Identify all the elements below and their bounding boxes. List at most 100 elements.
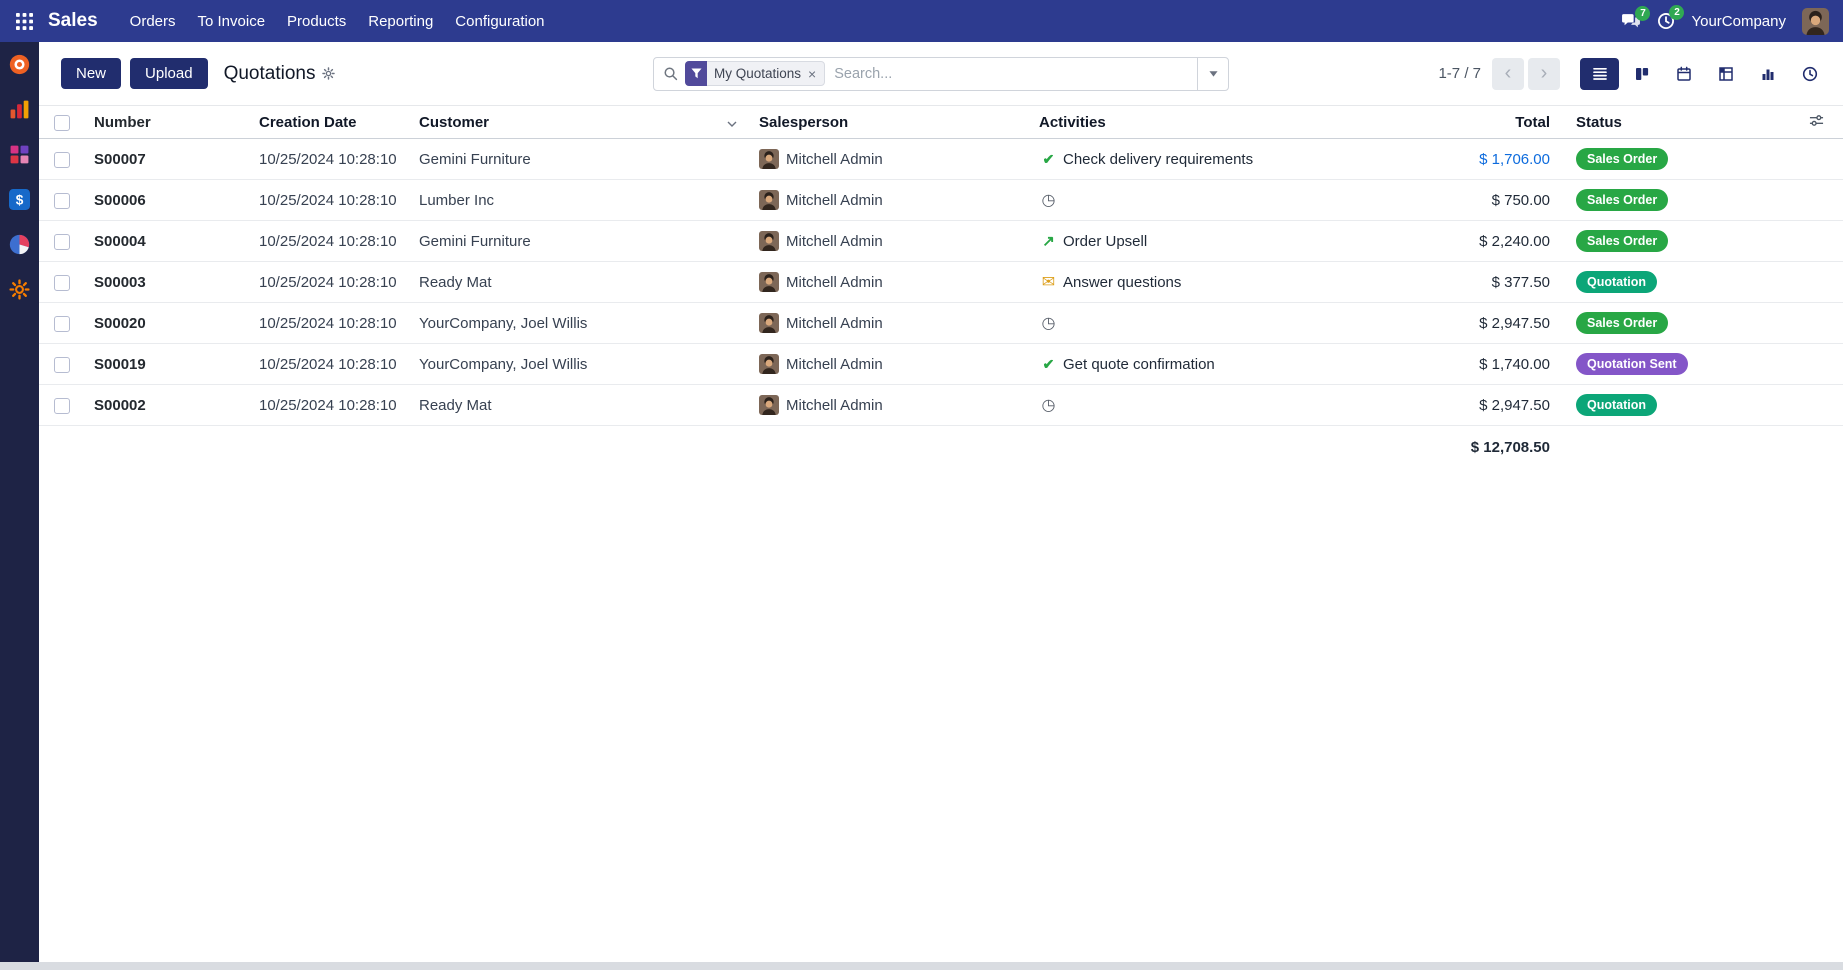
pivot-view-button[interactable] xyxy=(1706,58,1745,90)
row-checkbox[interactable] xyxy=(54,234,70,250)
header-status[interactable]: Status xyxy=(1560,106,1790,139)
app-body: $ New Upload Quotations xyxy=(0,42,1843,962)
search-input[interactable] xyxy=(825,66,1197,82)
number-cell: S00006 xyxy=(84,180,249,221)
new-button[interactable]: New xyxy=(61,58,121,89)
salesperson-cell: Mitchell Admin xyxy=(749,385,1029,426)
salesperson-avatar xyxy=(759,354,779,374)
activity-button[interactable]: Check delivery requirements xyxy=(1039,151,1253,168)
activity-clock-icon[interactable]: 2 xyxy=(1657,12,1675,30)
activity-button[interactable]: Order Upsell xyxy=(1039,232,1147,250)
status-cell: Quotation xyxy=(1560,262,1790,303)
status-badge: Sales Order xyxy=(1576,148,1668,170)
apps-grid-icon[interactable] xyxy=(10,7,38,35)
salesperson-name: Mitchell Admin xyxy=(786,233,883,250)
filter-facet-my-quotations[interactable]: My Quotations × xyxy=(685,61,825,86)
menu-orders[interactable]: Orders xyxy=(120,6,186,37)
header-customer[interactable]: Customer xyxy=(409,106,749,139)
activity-button[interactable] xyxy=(1039,395,1063,415)
total-cell: $ 2,947.50 xyxy=(1390,385,1560,426)
total-cell: $ 377.50 xyxy=(1390,262,1560,303)
row-checkbox[interactable] xyxy=(54,357,70,373)
activity-button[interactable]: Answer questions xyxy=(1039,272,1181,292)
top-navbar: Sales Orders To Invoice Products Reporti… xyxy=(0,0,1843,42)
header-activities[interactable]: Activities xyxy=(1029,106,1390,139)
activity-type-icon xyxy=(1039,272,1058,292)
status-badge: Quotation Sent xyxy=(1576,353,1688,375)
upload-button[interactable]: Upload xyxy=(130,58,208,89)
tiles-app-icon[interactable] xyxy=(9,144,30,165)
quotation-row[interactable]: S00006 10/25/2024 10:28:10 Lumber Inc Mi… xyxy=(39,180,1843,221)
control-panel: New Upload Quotations My Quotations xyxy=(39,42,1843,105)
quotation-row[interactable]: S00007 10/25/2024 10:28:10 Gemini Furnit… xyxy=(39,139,1843,180)
pager-range[interactable]: 1-7 / 7 xyxy=(1438,65,1481,82)
company-switcher[interactable]: YourCompany xyxy=(1691,13,1786,30)
activity-button[interactable] xyxy=(1039,190,1063,210)
menu-configuration[interactable]: Configuration xyxy=(445,6,554,37)
bar-chart-app-icon[interactable] xyxy=(9,99,30,120)
menu-products[interactable]: Products xyxy=(277,6,356,37)
number-cell: S00020 xyxy=(84,303,249,344)
row-checkbox[interactable] xyxy=(54,398,70,414)
search-bar: My Quotations × xyxy=(653,57,1229,91)
number-cell: S00002 xyxy=(84,385,249,426)
header-creation-date[interactable]: Creation Date xyxy=(249,106,409,139)
filter-funnel-icon xyxy=(685,61,707,86)
menu-reporting[interactable]: Reporting xyxy=(358,6,443,37)
sales-dollar-app-icon[interactable]: $ xyxy=(9,189,30,210)
facet-remove-icon[interactable]: × xyxy=(808,67,816,81)
row-checkbox[interactable] xyxy=(54,152,70,168)
salesperson-cell: Mitchell Admin xyxy=(749,139,1029,180)
header-salesperson[interactable]: Salesperson xyxy=(749,106,1029,139)
table-header-row: Number Creation Date Customer Salesperso… xyxy=(39,106,1843,139)
activities-count-badge: 2 xyxy=(1669,5,1684,20)
odoo-logo-icon[interactable] xyxy=(9,54,30,75)
activity-button[interactable]: Get quote confirmation xyxy=(1039,356,1215,373)
graph-view-button[interactable] xyxy=(1748,58,1787,90)
navbar-systray: 7 2 YourCompany xyxy=(1621,8,1829,35)
pie-chart-app-icon[interactable] xyxy=(9,234,30,255)
salesperson-name: Mitchell Admin xyxy=(786,192,883,209)
messages-count-badge: 7 xyxy=(1635,6,1650,21)
activity-view-button[interactable] xyxy=(1790,58,1829,90)
quotation-row[interactable]: S00002 10/25/2024 10:28:10 Ready Mat Mit… xyxy=(39,385,1843,426)
row-checkbox[interactable] xyxy=(54,193,70,209)
total-amount: $ 1,706.00 xyxy=(1479,151,1550,168)
messages-icon[interactable]: 7 xyxy=(1621,13,1641,30)
salesperson-name: Mitchell Admin xyxy=(786,397,883,414)
total-cell: $ 1,740.00 xyxy=(1390,344,1560,385)
horizontal-scrollbar[interactable] xyxy=(0,962,1843,970)
view-settings-gear-icon[interactable] xyxy=(322,67,335,80)
header-number[interactable]: Number xyxy=(84,106,249,139)
list-view-button[interactable] xyxy=(1580,58,1619,90)
menu-to-invoice[interactable]: To Invoice xyxy=(188,6,276,37)
row-checkbox[interactable] xyxy=(54,316,70,332)
optional-columns-icon[interactable] xyxy=(1790,106,1843,139)
quotation-row[interactable]: S00019 10/25/2024 10:28:10 YourCompany, … xyxy=(39,344,1843,385)
app-name[interactable]: Sales xyxy=(48,10,98,32)
status-badge: Quotation xyxy=(1576,394,1657,416)
pager-previous-button[interactable]: ‹ xyxy=(1492,58,1524,90)
quotation-row[interactable]: S00003 10/25/2024 10:28:10 Ready Mat Mit… xyxy=(39,262,1843,303)
kanban-view-button[interactable] xyxy=(1622,58,1661,90)
settings-gear-app-icon[interactable] xyxy=(9,279,30,300)
user-avatar[interactable] xyxy=(1802,8,1829,35)
header-customer-label: Customer xyxy=(419,114,489,131)
app-menu: Orders To Invoice Products Reporting Con… xyxy=(120,6,555,37)
pager-next-button[interactable]: › xyxy=(1528,58,1560,90)
quotation-row[interactable]: S00004 10/25/2024 10:28:10 Gemini Furnit… xyxy=(39,221,1843,262)
select-all-checkbox[interactable] xyxy=(54,115,70,131)
header-total[interactable]: Total xyxy=(1390,106,1560,139)
salesperson-cell: Mitchell Admin xyxy=(749,262,1029,303)
activity-type-icon xyxy=(1039,395,1058,415)
activity-type-icon xyxy=(1039,151,1058,168)
search-dropdown-caret-icon[interactable] xyxy=(1197,58,1228,90)
activity-button[interactable] xyxy=(1039,313,1063,333)
calendar-view-button[interactable] xyxy=(1664,58,1703,90)
activities-cell: Check delivery requirements xyxy=(1029,139,1390,180)
quotation-row[interactable]: S00020 10/25/2024 10:28:10 YourCompany, … xyxy=(39,303,1843,344)
footer-total-sum: $ 12,708.50 xyxy=(1471,439,1550,456)
salesperson-name: Mitchell Admin xyxy=(786,274,883,291)
row-checkbox[interactable] xyxy=(54,275,70,291)
activities-cell: Get quote confirmation xyxy=(1029,344,1390,385)
